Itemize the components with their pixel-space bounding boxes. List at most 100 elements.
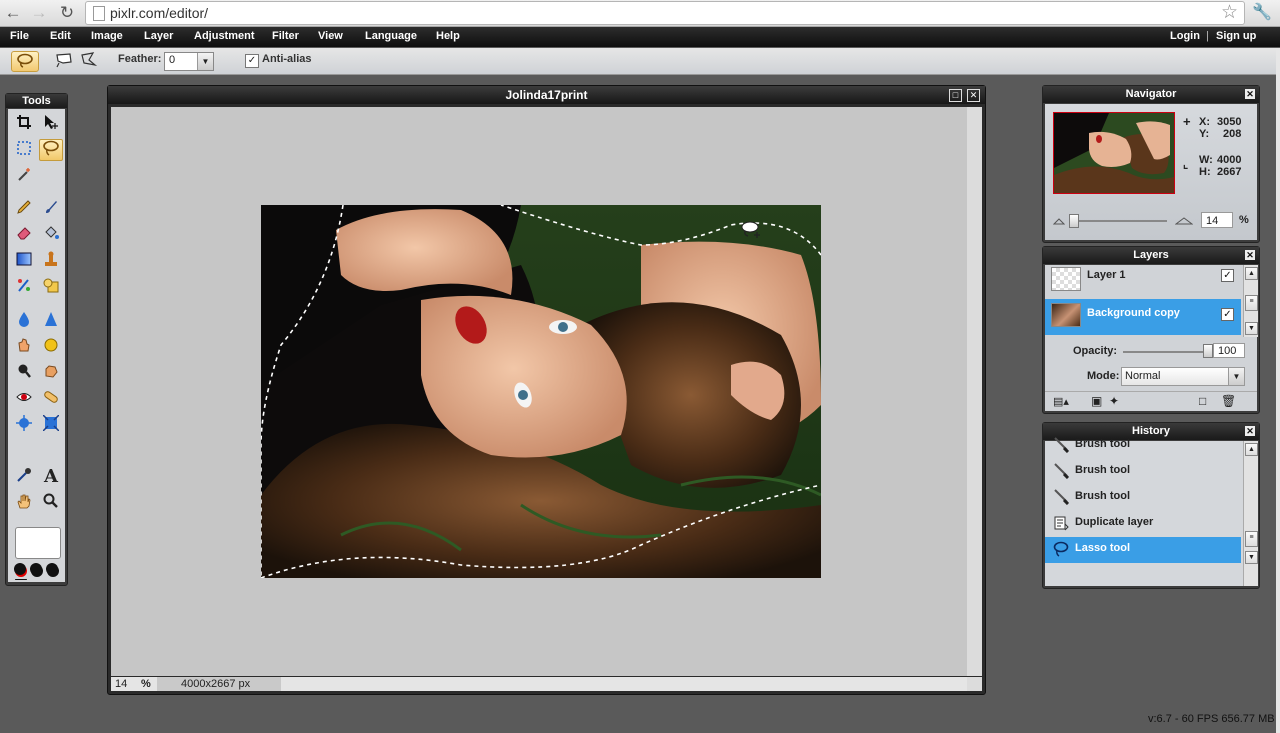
- gradient-icon[interactable]: [13, 251, 35, 271]
- paint-bucket-icon[interactable]: [40, 225, 62, 245]
- type-tool-icon[interactable]: A: [40, 467, 62, 487]
- back-arrow-icon[interactable]: ←: [2, 2, 24, 24]
- layer-settings-icon[interactable]: ▤▴: [1053, 395, 1069, 408]
- signup-link[interactable]: Sign up: [1216, 30, 1256, 42]
- nav-y-label: Y:: [1199, 128, 1210, 140]
- freehand-lasso-icon[interactable]: [53, 51, 75, 70]
- bookmark-star-icon[interactable]: ☆: [1221, 2, 1238, 24]
- menu-layer[interactable]: Layer: [144, 30, 173, 42]
- history-item[interactable]: Brush tool: [1045, 433, 1241, 459]
- pinch-icon[interactable]: [40, 414, 62, 435]
- zoom-slider-thumb[interactable]: [1069, 214, 1079, 228]
- clone-stamp-icon[interactable]: [40, 251, 62, 271]
- polygon-lasso-icon[interactable]: [78, 51, 100, 70]
- swatch-black[interactable]: [30, 563, 42, 575]
- brush-icon[interactable]: [40, 199, 62, 219]
- menu-help[interactable]: Help: [436, 30, 460, 42]
- page-scrollbar[interactable]: [1276, 48, 1280, 733]
- close-icon[interactable]: ✕: [967, 89, 980, 102]
- scroll-thumb[interactable]: ≡: [1245, 531, 1258, 547]
- scroll-down-icon[interactable]: ▼: [1245, 322, 1258, 335]
- blend-mode-dropdown[interactable]: Normal ▼: [1121, 367, 1245, 386]
- layers-scrollbar[interactable]: ▲ ≡ ▼: [1243, 265, 1258, 337]
- layer-mask-icon[interactable]: ▣: [1091, 394, 1102, 408]
- hand-icon[interactable]: [13, 493, 35, 513]
- maximize-icon[interactable]: □: [949, 89, 962, 102]
- close-icon[interactable]: ✕: [1245, 426, 1255, 436]
- drawing-shape-icon[interactable]: [40, 277, 62, 297]
- scroll-thumb[interactable]: ≡: [1245, 295, 1258, 311]
- menu-view[interactable]: View: [318, 30, 343, 42]
- canvas-vertical-scrollbar[interactable]: [967, 107, 982, 676]
- scroll-up-icon[interactable]: ▲: [1245, 267, 1258, 280]
- color-picker-icon[interactable]: [13, 467, 35, 487]
- menu-edit[interactable]: Edit: [50, 30, 71, 42]
- login-link[interactable]: Login: [1170, 30, 1200, 42]
- antialias-checkbox[interactable]: ✓: [245, 54, 259, 68]
- chevron-down-icon[interactable]: ▼: [1228, 368, 1244, 385]
- layer-row-selected[interactable]: Background copy ✓: [1045, 299, 1241, 335]
- nav-zoom-input[interactable]: 14: [1201, 212, 1233, 228]
- scroll-up-icon[interactable]: ▲: [1245, 443, 1258, 456]
- smudge-icon[interactable]: [13, 337, 35, 357]
- magic-wand-icon[interactable]: [13, 166, 35, 186]
- zoom-out-icon[interactable]: [1052, 214, 1066, 225]
- lasso-tool-icon[interactable]: [39, 139, 63, 161]
- menu-file[interactable]: File: [10, 30, 29, 42]
- pencil-icon[interactable]: [13, 199, 35, 219]
- history-item[interactable]: Brush tool: [1045, 485, 1241, 511]
- menu-language[interactable]: Language: [365, 30, 417, 42]
- layer-visibility-checkbox[interactable]: ✓: [1221, 269, 1234, 282]
- address-bar[interactable]: pixlr.com/editor/ ☆: [85, 1, 1245, 25]
- history-scrollbar[interactable]: ▲ ≡ ▼: [1243, 441, 1258, 586]
- marquee-icon[interactable]: [13, 140, 35, 160]
- zoom-in-icon[interactable]: [1174, 214, 1194, 225]
- layer-visibility-checkbox[interactable]: ✓: [1221, 308, 1234, 321]
- close-icon[interactable]: ✕: [1245, 250, 1255, 260]
- history-item[interactable]: Duplicate layer: [1045, 511, 1241, 537]
- lasso-icon[interactable]: [11, 51, 39, 72]
- spot-heal-icon[interactable]: [40, 389, 62, 409]
- navigator-thumbnail[interactable]: [1053, 112, 1175, 194]
- close-icon[interactable]: ✕: [1245, 89, 1255, 99]
- dodge-icon[interactable]: [13, 363, 35, 383]
- move-icon[interactable]: [40, 114, 62, 134]
- red-eye-icon[interactable]: [13, 389, 35, 409]
- history-item[interactable]: Brush tool: [1045, 459, 1241, 485]
- bloat-icon[interactable]: [13, 415, 35, 435]
- wrench-icon[interactable]: 🔧: [1252, 2, 1272, 24]
- feather-dropdown[interactable]: 0 ▼: [164, 52, 214, 71]
- eraser-icon[interactable]: [13, 225, 35, 245]
- burn-icon[interactable]: [40, 363, 62, 383]
- resize-grip-icon[interactable]: [967, 677, 982, 691]
- scroll-down-icon[interactable]: ▼: [1245, 551, 1258, 564]
- new-layer-icon[interactable]: □: [1199, 394, 1206, 408]
- zoom-value[interactable]: 14: [115, 678, 127, 690]
- sponge-icon[interactable]: [40, 337, 62, 357]
- menu-image[interactable]: Image: [91, 30, 123, 42]
- sharpen-icon[interactable]: [40, 311, 62, 331]
- canvas-area[interactable]: [111, 107, 967, 676]
- opacity-input[interactable]: 100: [1213, 343, 1245, 358]
- opacity-slider-track[interactable]: [1123, 351, 1209, 353]
- trash-icon[interactable]: 🗑: [1221, 394, 1236, 408]
- crop-icon[interactable]: [13, 114, 35, 134]
- color-replace-icon[interactable]: [13, 277, 35, 297]
- layer-row[interactable]: Layer 1 ✓: [1045, 263, 1241, 297]
- zoom-tool-icon[interactable]: [40, 493, 62, 513]
- forward-arrow-icon[interactable]: →: [28, 2, 50, 24]
- chevron-down-icon[interactable]: ▼: [197, 53, 213, 70]
- menu-filter[interactable]: Filter: [272, 30, 299, 42]
- swatch-black[interactable]: [46, 563, 58, 575]
- history-item-selected[interactable]: Lasso tool: [1045, 537, 1241, 563]
- photo-image[interactable]: [261, 205, 821, 578]
- blur-icon[interactable]: [13, 311, 35, 331]
- swatch-black[interactable]: [14, 563, 26, 575]
- menu-adjustment[interactable]: Adjustment: [194, 30, 255, 42]
- foreground-color-swatch[interactable]: [15, 527, 61, 559]
- opacity-slider-thumb[interactable]: [1203, 344, 1213, 358]
- reload-icon[interactable]: ↻: [56, 2, 78, 24]
- blend-mode-value: Normal: [1125, 370, 1161, 382]
- zoom-slider-track[interactable]: [1069, 220, 1167, 222]
- layer-styles-icon[interactable]: ✦: [1109, 394, 1119, 408]
